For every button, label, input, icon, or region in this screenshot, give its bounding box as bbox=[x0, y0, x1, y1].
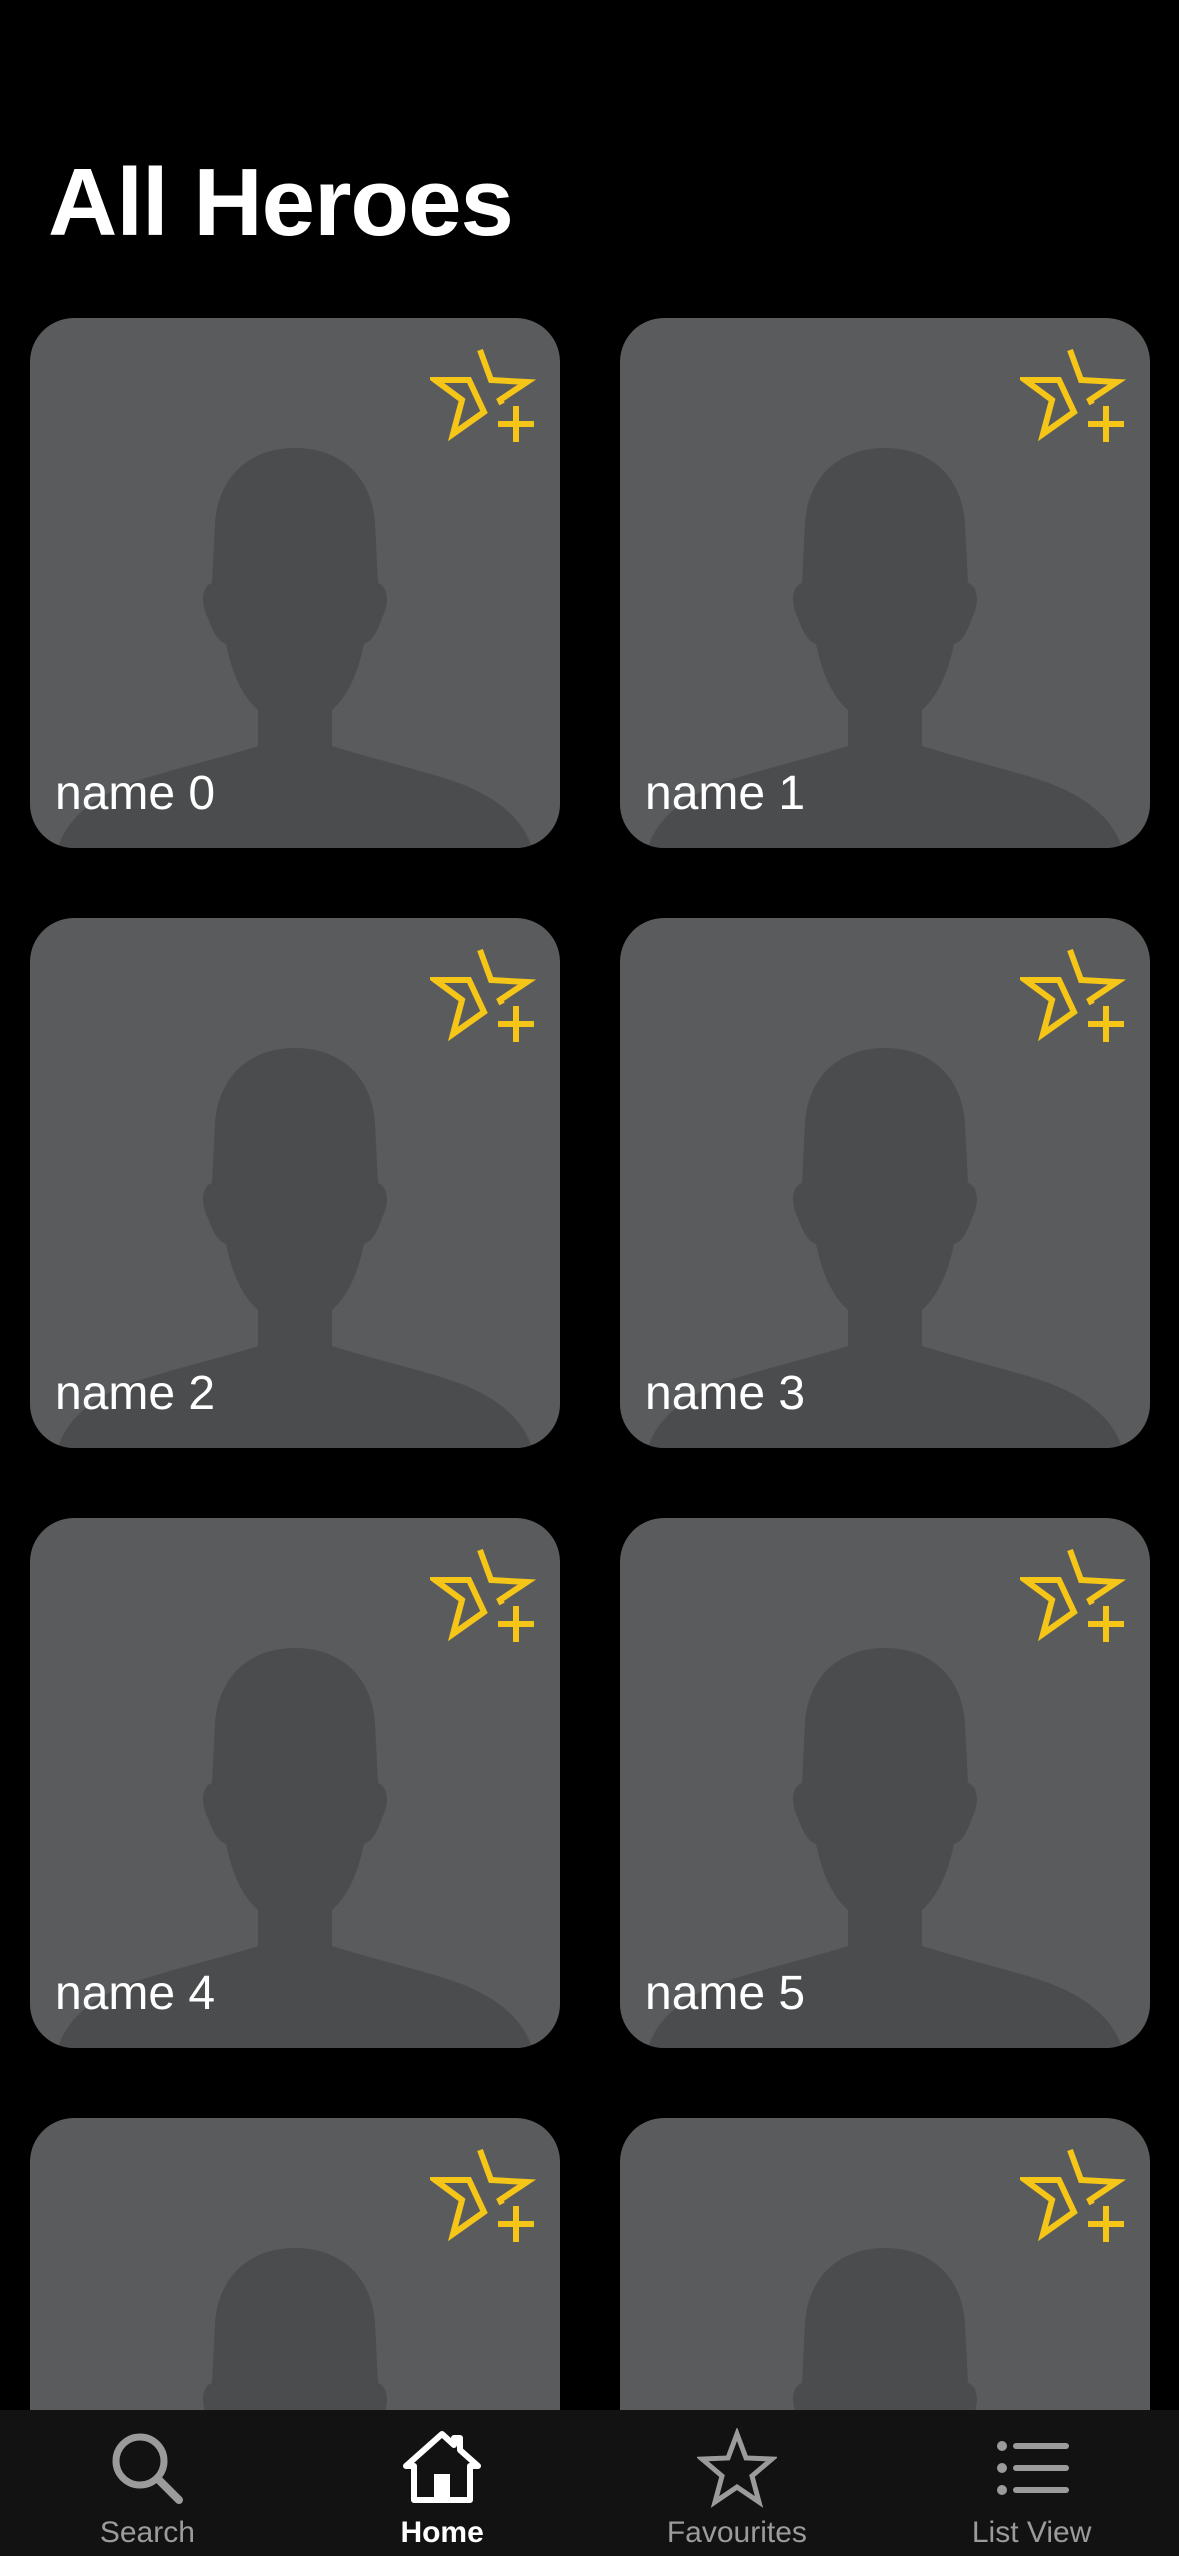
page-title: All Heroes bbox=[48, 149, 514, 256]
star-icon bbox=[696, 2428, 777, 2508]
add-favourite-star-plus-icon[interactable] bbox=[1020, 342, 1130, 452]
add-favourite-star-plus-icon[interactable] bbox=[430, 2142, 540, 2252]
add-favourite-star-plus-icon[interactable] bbox=[430, 942, 540, 1052]
search-icon bbox=[112, 2433, 184, 2504]
add-favourite-star-plus-icon[interactable] bbox=[1020, 942, 1130, 1052]
hero-card-2[interactable]: name 2 bbox=[30, 918, 560, 1448]
tab-home[interactable]: Home bbox=[295, 2410, 590, 2556]
hero-name: name 5 bbox=[645, 1967, 806, 2020]
hero-name: name 3 bbox=[645, 1367, 806, 1420]
tab-list-view[interactable]: List View bbox=[884, 2410, 1179, 2556]
hero-card-5[interactable]: name 5 bbox=[620, 1518, 1150, 2048]
hero-card-1[interactable]: name 1 bbox=[620, 318, 1150, 848]
bottom-tab-bar: Search Home Favourites List View bbox=[0, 2410, 1179, 2556]
tab-label: Search bbox=[99, 2516, 195, 2549]
hero-card-4[interactable]: name 4 bbox=[30, 1518, 560, 2048]
tab-label: List View bbox=[971, 2516, 1092, 2549]
hero-name: name 0 bbox=[55, 767, 216, 820]
list-icon bbox=[996, 2441, 1069, 2495]
hero-name: name 4 bbox=[55, 1967, 216, 2020]
add-favourite-star-plus-icon[interactable] bbox=[1020, 1542, 1130, 1652]
add-favourite-star-plus-icon[interactable] bbox=[430, 1542, 540, 1652]
add-favourite-star-plus-icon[interactable] bbox=[1020, 2142, 1130, 2252]
home-icon bbox=[403, 2431, 482, 2503]
tab-favourites[interactable]: Favourites bbox=[590, 2410, 885, 2556]
hero-name: name 2 bbox=[55, 1367, 216, 1420]
tab-search[interactable]: Search bbox=[0, 2410, 295, 2556]
home-screen: All Heroes name 0 name 1 name 2 name 3 n… bbox=[0, 0, 1179, 2556]
add-favourite-star-plus-icon[interactable] bbox=[430, 342, 540, 452]
tab-label: Home bbox=[400, 2516, 484, 2549]
tab-label: Favourites bbox=[666, 2516, 807, 2549]
hero-card-0[interactable]: name 0 bbox=[30, 318, 560, 848]
hero-card-3[interactable]: name 3 bbox=[620, 918, 1150, 1448]
hero-name: name 1 bbox=[645, 767, 806, 820]
